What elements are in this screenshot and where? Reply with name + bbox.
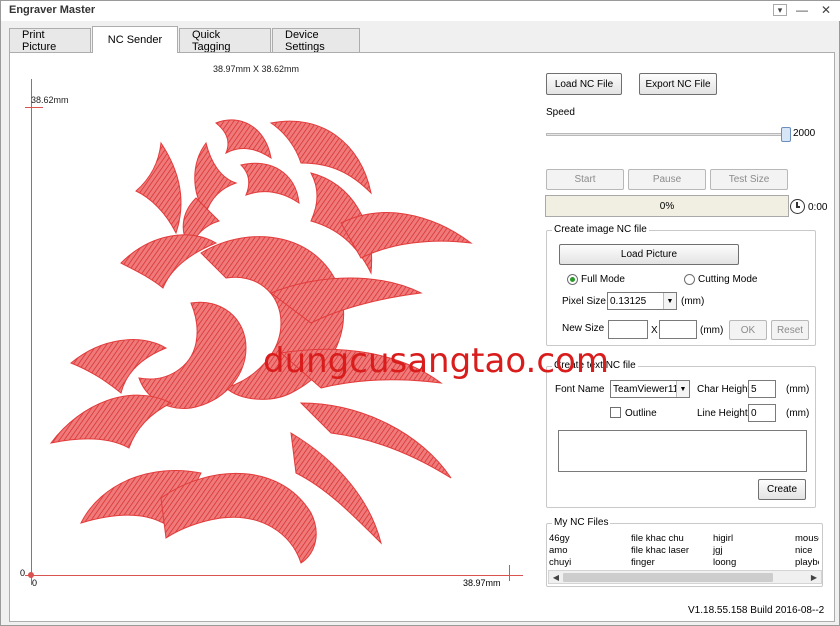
y-axis <box>31 79 32 585</box>
x-max-label: 38.97mm <box>463 578 501 588</box>
nc-files-list: 46gy amo chuyi file khac chu file khac l… <box>549 533 819 569</box>
files-column: 46gy amo chuyi <box>549 533 571 569</box>
font-name-value: TeamViewer11 <box>613 383 679 395</box>
list-item[interactable]: jgj <box>713 545 736 557</box>
menu-dropdown-icon[interactable]: ▾ <box>773 4 787 16</box>
new-size-separator: X <box>651 325 658 336</box>
tab-nc-sender[interactable]: NC Sender <box>92 26 178 53</box>
files-column: mouse nice playbo <box>795 533 819 569</box>
version-label: V1.18.55.158 Build 2016-08--2 <box>688 605 825 616</box>
start-button[interactable]: Start <box>546 169 624 190</box>
watermark-text: dungcusangtao.com <box>263 341 609 381</box>
speed-slider-thumb[interactable] <box>781 127 791 142</box>
load-picture-button[interactable]: Load Picture <box>559 244 739 265</box>
line-height-value: 0 <box>751 407 757 419</box>
new-size-height-input[interactable] <box>659 320 697 339</box>
tab-print-picture[interactable]: Print Picture <box>9 28 91 53</box>
test-size-button[interactable]: Test Size <box>710 169 788 190</box>
full-mode-label: Full Mode <box>581 274 625 285</box>
new-size-label: New Size <box>562 323 605 334</box>
speed-slider-track[interactable] <box>546 133 790 136</box>
preview-canvas[interactable]: 38.97mm X 38.62mm 38.62mm 0 0 38.97mm <box>13 61 533 591</box>
tab-device-settings[interactable]: Device Settings <box>272 28 360 53</box>
scroll-right-icon[interactable]: ▶ <box>808 572 820 583</box>
new-size-width-input[interactable] <box>608 320 648 339</box>
create-button[interactable]: Create <box>758 479 806 500</box>
files-column: file khac chu file khac laser finger <box>631 533 689 569</box>
list-item[interactable]: mouse <box>795 533 819 545</box>
load-nc-file-button[interactable]: Load NC File <box>546 73 622 95</box>
x-axis <box>25 575 523 576</box>
font-name-select[interactable]: TeamViewer11 ▼ <box>610 380 690 398</box>
font-name-label: Font Name <box>555 384 605 395</box>
app-window: Engraver Master ▾ — ✕ Print Picture NC S… <box>0 0 840 626</box>
chevron-down-icon[interactable]: ▼ <box>676 381 689 397</box>
char-height-unit: (mm) <box>786 384 810 395</box>
timer-value: 0:00 <box>808 202 828 213</box>
close-icon[interactable]: ✕ <box>817 2 835 18</box>
list-item[interactable]: finger <box>631 557 689 569</box>
pixel-size-label: Pixel Size <box>562 296 606 307</box>
list-item[interactable]: file khac chu <box>631 533 689 545</box>
line-height-input[interactable]: 0 <box>748 404 776 422</box>
scorpion-engraving-image <box>49 119 473 564</box>
list-item[interactable]: nice <box>795 545 819 557</box>
pixel-size-select[interactable]: 0.13125 ▼ <box>607 292 677 310</box>
files-horizontal-scrollbar[interactable]: ◀ ▶ <box>548 570 822 584</box>
list-item[interactable]: higirl <box>713 533 736 545</box>
pixel-size-value: 0.13125 <box>610 295 647 307</box>
outline-label: Outline <box>625 408 657 419</box>
full-mode-radio[interactable] <box>567 274 578 285</box>
list-item[interactable]: loong <box>713 557 736 569</box>
minimize-icon[interactable]: — <box>793 2 811 18</box>
image-nc-group-title: Create image NC file <box>552 224 649 235</box>
title-bar: Engraver Master ▾ — ✕ <box>1 1 840 21</box>
list-item[interactable]: playbo <box>795 557 819 569</box>
x-origin-label: 0 <box>32 578 38 588</box>
window-title: Engraver Master <box>9 4 96 16</box>
chevron-down-icon[interactable]: ▼ <box>663 293 676 309</box>
scrollbar-thumb[interactable] <box>563 573 773 582</box>
tab-bar: Print Picture NC Sender Quick Tagging De… <box>9 26 361 53</box>
line-height-label: Line Height <box>697 408 748 419</box>
files-column: higirl jgj loong <box>713 533 736 569</box>
speed-label: Speed <box>546 107 575 118</box>
line-height-unit: (mm) <box>786 408 810 419</box>
char-height-value: 5 <box>751 383 757 395</box>
scroll-left-icon[interactable]: ◀ <box>550 572 562 583</box>
nc-files-title: My NC Files <box>552 517 611 528</box>
y-origin-label: 0 <box>20 568 26 578</box>
text-content-input[interactable] <box>558 430 807 472</box>
export-nc-file-button[interactable]: Export NC File <box>639 73 717 95</box>
outline-checkbox[interactable] <box>610 407 621 418</box>
ok-button[interactable]: OK <box>729 320 767 340</box>
clock-icon <box>790 199 805 214</box>
speed-value: 2000 <box>793 128 816 139</box>
window-controls: ▾ — ✕ <box>773 2 835 18</box>
dimensions-label: 38.97mm X 38.62mm <box>213 64 300 74</box>
pixel-size-unit: (mm) <box>681 296 705 307</box>
origin-marker <box>28 572 34 578</box>
tab-quick-tagging[interactable]: Quick Tagging <box>179 28 271 53</box>
char-height-label: Char Height <box>697 384 751 395</box>
pause-button[interactable]: Pause <box>628 169 706 190</box>
reset-button[interactable]: Reset <box>771 320 809 340</box>
list-item[interactable]: chuyi <box>549 557 571 569</box>
cutting-mode-radio[interactable] <box>684 274 695 285</box>
list-item[interactable]: file khac laser <box>631 545 689 557</box>
cutting-mode-label: Cutting Mode <box>698 274 758 285</box>
list-item[interactable]: 46gy <box>549 533 571 545</box>
list-item[interactable]: amo <box>549 545 571 557</box>
char-height-input[interactable]: 5 <box>748 380 776 398</box>
progress-bar: 0% <box>545 195 789 217</box>
new-size-unit: (mm) <box>700 325 724 336</box>
